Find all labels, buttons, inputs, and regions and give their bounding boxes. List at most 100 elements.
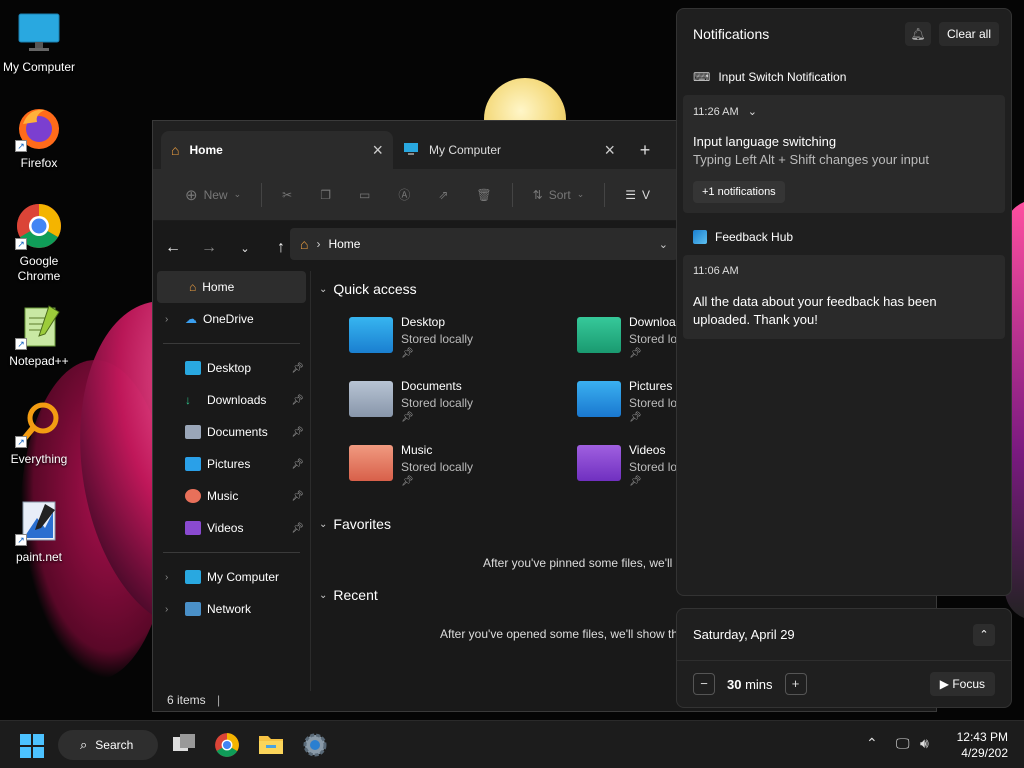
chevron-down-icon: ⌄	[319, 518, 328, 530]
desktop-icon-label: paint.net	[15, 550, 63, 564]
back-button[interactable]: ←	[163, 239, 183, 257]
notification-card[interactable]: 11:26 AM ⌄ Input language switching Typi…	[683, 95, 1005, 213]
sidebar-item-network[interactable]: › Network	[153, 593, 310, 625]
pin-icon: 📌︎	[291, 362, 304, 374]
tab-home[interactable]: ⌂ Home ×	[161, 131, 393, 169]
sidebar-item-label: My Computer	[207, 570, 280, 584]
up-button[interactable]: ↑	[271, 239, 291, 257]
new-tab-button[interactable]: +	[625, 131, 665, 169]
music-icon	[185, 489, 201, 503]
forward-button[interactable]: →	[199, 239, 219, 257]
chevron-down-icon[interactable]: ⌄	[748, 106, 757, 118]
show-hidden-icons-button[interactable]: ⌃	[866, 735, 878, 752]
desktop-icon-my-computer[interactable]: My Computer	[1, 8, 77, 75]
network-tray-button[interactable]: 🖵	[896, 735, 910, 752]
taskbar-settings[interactable]	[302, 732, 328, 763]
folder-icon	[258, 736, 284, 759]
view-button[interactable]: ☰ V	[611, 188, 664, 202]
calendar-focus-panel: Saturday, April 29 ⌃ − 30 mins + ▶ Focus	[676, 608, 1012, 708]
chrome-icon: ↗	[15, 202, 63, 250]
chevron-down-icon[interactable]: ⌄	[659, 238, 668, 251]
expand-calendar-button[interactable]: ⌃	[973, 623, 995, 646]
breadcrumb-chevron-icon: ›	[316, 237, 321, 251]
section-favorites[interactable]: ⌄ Favorites	[319, 516, 391, 532]
quick-access-item-music[interactable]: Music Stored locally 📌︎	[349, 443, 569, 487]
sidebar-item-onedrive[interactable]: › ☁ OneDrive	[153, 303, 310, 335]
focus-unit: mins	[745, 676, 773, 692]
document-folder-icon	[349, 381, 393, 417]
rename-button[interactable]: Ⓐ	[384, 186, 424, 203]
section-recent[interactable]: ⌄ Recent	[319, 587, 378, 603]
section-quick-access[interactable]: ⌄ Quick access	[319, 281, 417, 297]
sidebar-item-home[interactable]: ⌂ Home	[157, 271, 306, 303]
desktop-icon-paintnet[interactable]: ↗ paint.net	[1, 498, 77, 565]
desktop-icon-chrome[interactable]: ↗ Google Chrome	[1, 202, 77, 284]
new-button[interactable]: ⊕ New ⌄	[171, 186, 255, 204]
sidebar-item-videos[interactable]: Videos 📌︎	[153, 512, 310, 544]
quick-access-item-desktop[interactable]: Desktop Stored locally 📌︎	[349, 315, 569, 359]
decrease-time-button[interactable]: −	[693, 673, 715, 695]
clear-all-button[interactable]: Clear all	[938, 22, 999, 46]
item-status: Stored loc	[629, 460, 684, 474]
app-name: Input Switch Notification	[718, 70, 847, 84]
share-icon: ⇗	[438, 187, 449, 202]
close-tab-button[interactable]: ×	[604, 140, 615, 161]
address-bar[interactable]: ⌂ › Home ⌄	[290, 228, 678, 260]
notification-card[interactable]: 11:06 AM All the data about your feedbac…	[683, 255, 1005, 339]
sort-button[interactable]: ⇅ Sort ⌄	[519, 188, 599, 202]
keyboard-icon: ⌨	[693, 70, 711, 84]
increase-time-button[interactable]: +	[784, 673, 807, 695]
navigation-pane: ⌂ Home › ☁ OneDrive Desktop 📌︎ ↓ Downloa…	[153, 271, 311, 691]
desktop-icon-everything[interactable]: ↗ Everything	[1, 400, 77, 467]
copy-button[interactable]: ❐	[306, 188, 345, 202]
taskbar-chrome[interactable]	[214, 732, 240, 763]
do-not-disturb-button[interactable]: 🔔︎	[904, 22, 931, 46]
chevron-right-icon[interactable]: ›	[165, 314, 185, 325]
start-button[interactable]	[20, 734, 44, 763]
cloud-icon: ☁	[185, 312, 197, 326]
quick-access-item-documents[interactable]: Documents Stored locally 📌︎	[349, 379, 569, 423]
calendar-header: Saturday, April 29 ⌃	[677, 609, 1011, 661]
cut-button[interactable]: ✂	[268, 188, 306, 202]
desktop-folder-icon	[349, 317, 393, 353]
sidebar-item-music[interactable]: Music 📌︎	[153, 480, 310, 512]
close-tab-button[interactable]: ×	[372, 140, 383, 161]
share-button[interactable]: ⇗	[424, 188, 462, 202]
delete-button[interactable]: 🗑︎	[462, 188, 505, 202]
sidebar-item-downloads[interactable]: ↓ Downloads 📌︎	[153, 384, 310, 416]
monitor-icon	[403, 142, 419, 159]
pin-icon: 📌︎	[291, 458, 304, 470]
divider	[163, 343, 300, 344]
sidebar-item-label: Videos	[207, 521, 244, 535]
chevron-right-icon[interactable]: ›	[165, 572, 185, 583]
volume-tray-button[interactable]: 🔊︎	[920, 735, 929, 752]
pin-icon: 📌︎	[401, 476, 414, 487]
feedback-hub-icon	[693, 230, 707, 244]
taskbar-search[interactable]: ⌕ Search	[58, 730, 158, 760]
desktop-icon-firefox[interactable]: ↗ Firefox	[1, 104, 77, 171]
sidebar-item-desktop[interactable]: Desktop 📌︎	[153, 352, 310, 384]
sidebar-item-documents[interactable]: Documents 📌︎	[153, 416, 310, 448]
tab-my-computer[interactable]: My Computer ×	[393, 131, 625, 169]
sidebar-item-pictures[interactable]: Pictures 📌︎	[153, 448, 310, 480]
sidebar-item-my-computer[interactable]: › My Computer	[153, 561, 310, 593]
focus-minutes: 30	[727, 676, 742, 692]
notification-heading: Input language switching	[693, 134, 837, 149]
start-focus-button[interactable]: ▶ Focus	[929, 672, 995, 696]
sort-icon: ⇅	[532, 187, 543, 202]
chevron-right-icon[interactable]: ›	[165, 604, 185, 615]
paste-button[interactable]: ▭	[345, 188, 384, 202]
clock-button[interactable]: 12:43 PM 4/29/202	[957, 729, 1008, 761]
more-notifications-button[interactable]: +1 notifications	[693, 181, 785, 203]
search-label: Search	[95, 738, 134, 752]
desktop-icon-notepadpp[interactable]: ↗ Notepad++	[1, 302, 77, 369]
item-name: Downloa	[629, 315, 676, 329]
bell-snooze-icon: 🔔︎	[910, 27, 926, 41]
taskbar-file-explorer[interactable]	[258, 733, 284, 760]
task-view-button[interactable]	[172, 733, 196, 760]
recent-locations-button[interactable]: ⌄	[235, 242, 255, 255]
desktop-icon-label: My Computer	[2, 60, 76, 74]
chevron-down-icon: ⌄	[233, 189, 242, 199]
sidebar-item-label: OneDrive	[203, 312, 254, 326]
item-status: Stored loc	[629, 396, 684, 410]
